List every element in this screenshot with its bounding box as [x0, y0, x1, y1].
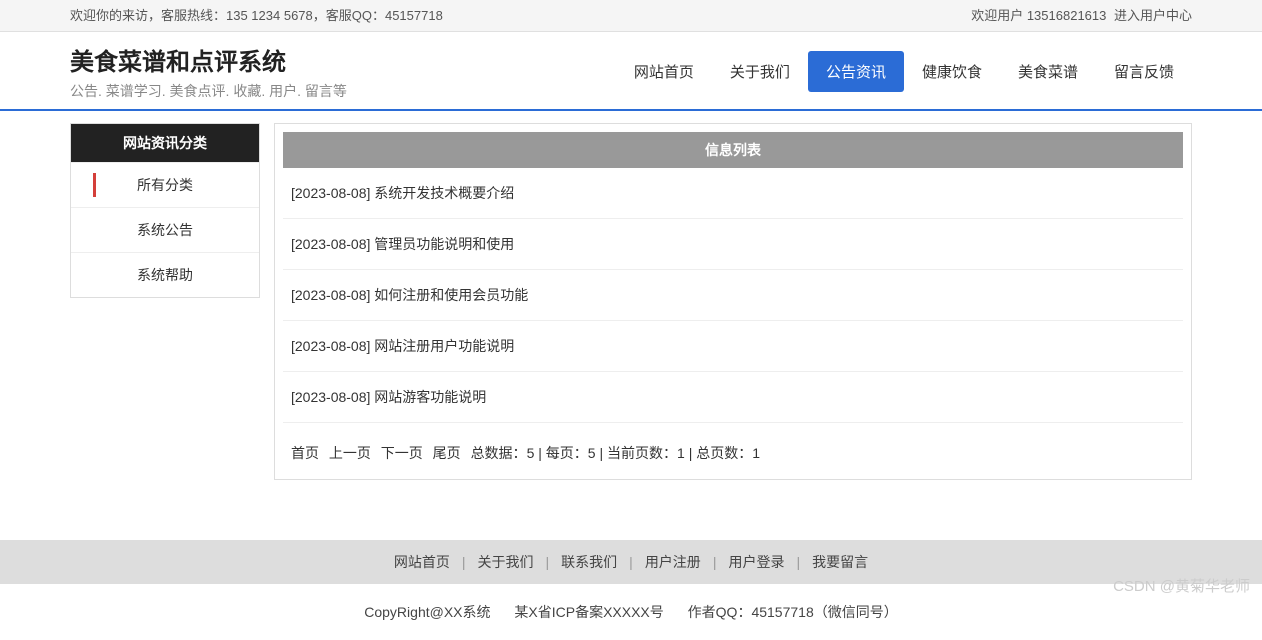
- footer-link[interactable]: 关于我们: [478, 554, 534, 570]
- sep: |: [599, 445, 607, 461]
- site-subtitle: 公告. 菜谱学习. 美食点评. 收藏. 用户. 留言等: [70, 81, 347, 101]
- article-list: [2023-08-08] 系统开发技术概要介绍[2023-08-08] 管理员功…: [283, 168, 1183, 423]
- footer-link[interactable]: 用户注册: [645, 554, 701, 570]
- pager: 首页 上一页 下一页 尾页 总数据：5 | 每页：5 | 当前页数：1 | 总页…: [283, 423, 1183, 471]
- nav-news[interactable]: 公告资讯: [808, 51, 904, 92]
- footer-link[interactable]: 联系我们: [561, 554, 617, 570]
- pager-first[interactable]: 首页: [291, 445, 319, 461]
- pager-current: 1: [677, 445, 685, 461]
- nav-recipes[interactable]: 美食菜谱: [1000, 51, 1096, 92]
- footer-link[interactable]: 用户登录: [728, 554, 784, 570]
- pager-perpage: 5: [588, 445, 596, 461]
- topbar-right: 欢迎用户 13516821613 进入用户中心: [971, 0, 1192, 31]
- footer-link[interactable]: 网站首页: [394, 554, 450, 570]
- site-title: 美食菜谱和点评系统: [70, 42, 347, 77]
- nav-feedback[interactable]: 留言反馈: [1096, 51, 1192, 92]
- pager-perpage-label: 每页：: [546, 445, 588, 461]
- pager-total-label: 总数据：: [471, 445, 527, 461]
- main-panel: 信息列表 [2023-08-08] 系统开发技术概要介绍[2023-08-08]…: [274, 123, 1192, 480]
- list-item[interactable]: [2023-08-08] 网站注册用户功能说明: [283, 321, 1183, 372]
- list-item[interactable]: [2023-08-08] 如何注册和使用会员功能: [283, 270, 1183, 321]
- list-item[interactable]: [2023-08-08] 系统开发技术概要介绍: [283, 168, 1183, 219]
- header: 美食菜谱和点评系统 公告. 菜谱学习. 美食点评. 收藏. 用户. 留言等 网站…: [0, 32, 1262, 111]
- sidebar-item-all[interactable]: 所有分类: [71, 162, 259, 207]
- sidebar-item-help[interactable]: 系统帮助: [71, 252, 259, 297]
- copyright: CopyRight@XX系统 某X省ICP备案XXXXX号 作者QQ：45157…: [0, 584, 1262, 640]
- copyright-text2: 某X省ICP备案XXXXX号: [514, 604, 663, 620]
- footer-sep: |: [462, 554, 466, 570]
- list-item[interactable]: [2023-08-08] 管理员功能说明和使用: [283, 219, 1183, 270]
- main-nav: 网站首页 关于我们 公告资讯 健康饮食 美食菜谱 留言反馈: [616, 51, 1192, 92]
- nav-health[interactable]: 健康饮食: [904, 51, 1000, 92]
- footer-sep: |: [629, 554, 633, 570]
- footer-link[interactable]: 我要留言: [812, 554, 868, 570]
- copyright-text1: CopyRight@XX系统: [364, 604, 490, 620]
- sep: |: [538, 445, 546, 461]
- sidebar-header: 网站资讯分类: [71, 124, 259, 162]
- topbar: 欢迎你的来访，客服热线：135 1234 5678，客服QQ：45157718 …: [0, 0, 1262, 32]
- footer-sep: |: [796, 554, 800, 570]
- footer-sep: |: [546, 554, 550, 570]
- pager-next[interactable]: 下一页: [381, 445, 423, 461]
- pager-totalpages: 1: [752, 445, 760, 461]
- footer-sep: |: [713, 554, 717, 570]
- user-center-link[interactable]: 进入用户中心: [1114, 8, 1192, 23]
- container: 网站资讯分类 所有分类 系统公告 系统帮助 信息列表 [2023-08-08] …: [0, 111, 1262, 510]
- list-item[interactable]: [2023-08-08] 网站游客功能说明: [283, 372, 1183, 423]
- username: 13516821613: [1027, 8, 1107, 23]
- nav-about[interactable]: 关于我们: [712, 51, 808, 92]
- watermark: CSDN @黄菊华老师: [1113, 575, 1250, 596]
- copyright-text3: 作者QQ：45157718（微信同号）: [688, 604, 898, 620]
- pager-last[interactable]: 尾页: [433, 445, 461, 461]
- pager-current-label: 当前页数：: [607, 445, 677, 461]
- sidebar: 网站资讯分类 所有分类 系统公告 系统帮助: [70, 123, 260, 298]
- pager-prev[interactable]: 上一页: [329, 445, 371, 461]
- topbar-left: 欢迎你的来访，客服热线：135 1234 5678，客服QQ：45157718: [70, 0, 443, 31]
- pager-totalpages-label: 总页数：: [696, 445, 752, 461]
- sidebar-item-announce[interactable]: 系统公告: [71, 207, 259, 252]
- pager-total: 5: [527, 445, 535, 461]
- logo-block: 美食菜谱和点评系统 公告. 菜谱学习. 美食点评. 收藏. 用户. 留言等: [70, 42, 347, 101]
- main-header: 信息列表: [283, 132, 1183, 168]
- footer-nav: 网站首页 | 关于我们 | 联系我们 | 用户注册 | 用户登录 | 我要留言: [0, 540, 1262, 584]
- nav-home[interactable]: 网站首页: [616, 51, 712, 92]
- welcome-prefix: 欢迎用户: [971, 8, 1023, 23]
